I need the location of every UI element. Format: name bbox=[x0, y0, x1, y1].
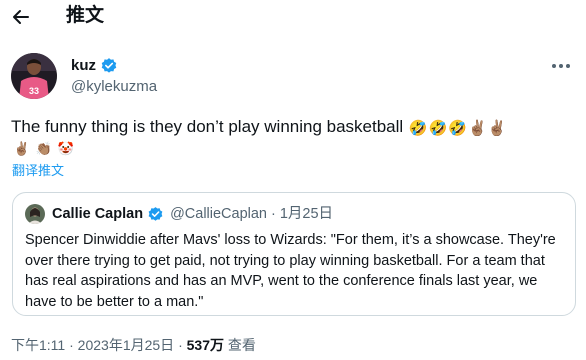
victory-hand-emoji-icon: ✌🏽 bbox=[487, 120, 507, 137]
rofl-emoji-icon: 🤣 bbox=[448, 120, 467, 137]
tweet-emoji-row: ✌🏽 👏🏽 🤡 bbox=[13, 140, 75, 158]
views-label: 查看 bbox=[227, 337, 256, 353]
quoted-tweet[interactable]: Callie Caplan @CallieCaplan · 1月25日 Spen… bbox=[12, 192, 576, 316]
quote-display-name[interactable]: Callie Caplan bbox=[52, 204, 143, 224]
tweet-meta: 下午1:11 · 2023年1月25日 · 537万 查看 bbox=[11, 335, 256, 355]
meta-separator: · bbox=[174, 337, 187, 353]
quote-handle[interactable]: @CallieCaplan bbox=[170, 204, 267, 224]
avatar-jersey-number: 33 bbox=[29, 86, 39, 96]
author-name-text: kuz bbox=[71, 57, 97, 74]
tweet-date[interactable]: 2023年1月25日 bbox=[78, 337, 175, 353]
more-horizontal-icon bbox=[552, 64, 570, 68]
quote-avatar[interactable] bbox=[25, 204, 45, 224]
verified-badge-icon bbox=[101, 58, 117, 73]
arrow-left-icon bbox=[13, 10, 29, 24]
tweet-time[interactable]: 下午1:11 bbox=[11, 337, 65, 353]
quote-separator: · bbox=[271, 206, 276, 222]
quote-date[interactable]: 1月25日 bbox=[280, 204, 333, 224]
author-display-name[interactable]: kuz bbox=[71, 56, 118, 76]
victory-hand-emoji-icon: ✌🏽 bbox=[13, 141, 31, 156]
verified-badge-icon bbox=[148, 206, 163, 221]
translate-tweet-link[interactable]: 翻译推文 bbox=[12, 162, 64, 180]
tweet-body: The funny thing is they don’t play winni… bbox=[11, 116, 571, 138]
more-options-button[interactable] bbox=[546, 53, 576, 79]
rofl-emoji-icon: 🤣 bbox=[428, 120, 448, 137]
victory-hand-emoji-icon: ✌🏽 bbox=[467, 120, 487, 137]
avatar[interactable]: 33 bbox=[11, 53, 57, 99]
top-bar: 推文 bbox=[0, 0, 586, 36]
page-title: 推文 bbox=[66, 5, 105, 26]
author-handle[interactable]: @kylekuzma bbox=[71, 77, 157, 97]
clapping-hands-emoji-icon: 👏🏽 bbox=[35, 141, 53, 156]
back-button[interactable] bbox=[6, 2, 36, 32]
clown-face-emoji-icon: 🤡 bbox=[57, 141, 75, 156]
quote-text: Spencer Dinwiddie after Mavs' loss to Wi… bbox=[25, 232, 556, 310]
quote-header: Callie Caplan @CallieCaplan · 1月25日 bbox=[52, 204, 333, 224]
tweet-author: 33 kuz @kylekuzma bbox=[11, 53, 576, 103]
tweet-text: The funny thing is they don’t play winni… bbox=[11, 117, 404, 136]
meta-separator: · bbox=[65, 337, 78, 353]
rofl-emoji-icon: 🤣 bbox=[408, 120, 428, 137]
views-count: 537万 bbox=[186, 337, 224, 353]
